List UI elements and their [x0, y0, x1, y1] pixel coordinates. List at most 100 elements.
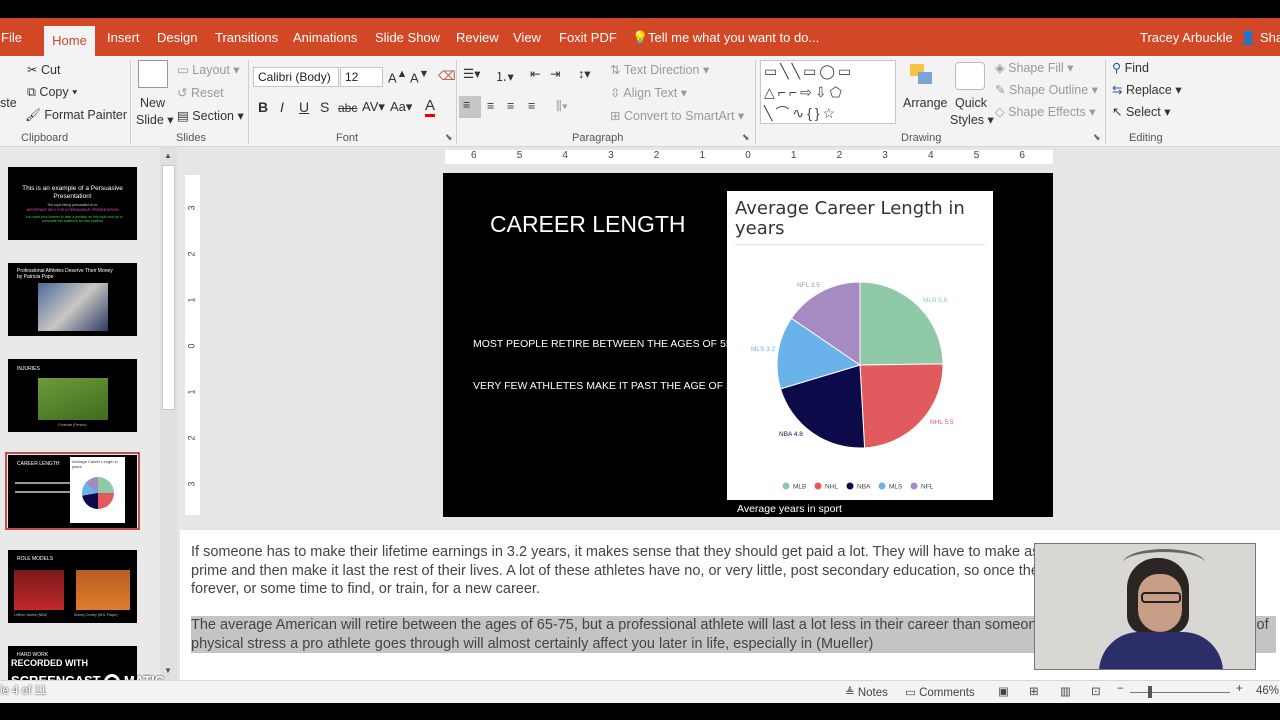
- zoom-slider[interactable]: [1130, 692, 1230, 693]
- justify-icon[interactable]: ≡: [528, 99, 535, 113]
- shadow-icon[interactable]: S: [320, 99, 329, 115]
- ruler-tick-label: 4: [562, 150, 568, 161]
- align-left-icon[interactable]: ≡: [459, 96, 481, 118]
- reset-button[interactable]: ↺ Reset: [177, 85, 224, 100]
- reading-view-icon[interactable]: ▥: [1060, 684, 1071, 698]
- slide-sorter-icon[interactable]: ⊞: [1029, 684, 1039, 698]
- thumb4-title: CAREER LENGTH: [17, 461, 60, 467]
- drawing-dialog-launcher-icon[interactable]: ⬊: [1093, 132, 1101, 143]
- shrink-font-icon[interactable]: A▼: [410, 68, 429, 85]
- tell-me-search[interactable]: Tell me what you want to do...: [648, 30, 819, 45]
- scroll-down-icon[interactable]: ▼: [164, 666, 172, 675]
- slide-thumbnail-2[interactable]: Professional Athletes Deserve Their Mone…: [8, 263, 137, 336]
- quick-styles-label-1[interactable]: Quick: [955, 96, 987, 110]
- share-icon[interactable]: 👤: [1240, 30, 1256, 46]
- notes-button[interactable]: ≜ Notes: [845, 685, 888, 699]
- paste-button[interactable]: ste: [0, 96, 17, 110]
- pie-chart-image[interactable]: Average Career Length in years MLB 5.6 NH…: [727, 191, 993, 500]
- character-spacing-icon[interactable]: AV▾: [362, 99, 385, 115]
- scrollbar-thumb[interactable]: [162, 165, 175, 410]
- shape-fill-button[interactable]: ◈ Shape Fill ▾: [995, 60, 1073, 75]
- decrease-indent-icon[interactable]: ⇤: [530, 66, 540, 81]
- tab-home[interactable]: Home: [44, 26, 95, 56]
- new-slide-label-2[interactable]: Slide ▾: [136, 112, 174, 127]
- slides-group-label: Slides: [176, 132, 206, 144]
- vertical-ruler: 3 2 1 0 1 2 3: [185, 175, 200, 515]
- slide-thumbnail-1[interactable]: This is an example of a Persuasive Prese…: [8, 167, 137, 240]
- slide-thumbnail-3[interactable]: INJURIES Footnote (Person): [8, 359, 137, 432]
- text-direction-button[interactable]: ⇅ Text Direction ▾: [610, 62, 709, 77]
- zoom-slider-thumb[interactable]: [1148, 686, 1152, 698]
- font-color-icon[interactable]: A: [425, 97, 436, 117]
- quick-styles-label-2[interactable]: Styles ▾: [950, 112, 994, 127]
- cut-button[interactable]: ✂ Cut: [27, 62, 60, 77]
- line-spacing-icon[interactable]: ↕▾: [578, 66, 591, 81]
- underline-icon[interactable]: U: [299, 99, 309, 115]
- scroll-up-icon[interactable]: ▲: [164, 151, 172, 160]
- align-center-icon[interactable]: ≡: [487, 99, 494, 113]
- ruler-tick-label: 3: [882, 150, 888, 161]
- quick-styles-icon[interactable]: [955, 62, 985, 90]
- grow-font-icon[interactable]: A▲: [388, 68, 407, 85]
- slide-bullet-2[interactable]: VERY FEW ATHLETES MAKE IT PAST THE AGE O…: [473, 380, 738, 392]
- columns-icon[interactable]: ⫼▾: [556, 99, 568, 114]
- tab-review[interactable]: Review: [456, 30, 499, 45]
- tab-foxit-pdf[interactable]: Foxit PDF: [559, 30, 617, 45]
- shapes-gallery[interactable]: ▭╲╲▭◯▭ △⌐⌐⇨⇩⬠ ╲⌒∿{}☆: [760, 60, 896, 124]
- slide-title[interactable]: CAREER LENGTH: [490, 211, 686, 238]
- tab-transitions[interactable]: Transitions: [215, 30, 278, 45]
- shape-effects-button[interactable]: ◇ Shape Effects ▾: [995, 104, 1095, 119]
- tab-animations[interactable]: Animations: [293, 30, 357, 45]
- arrange-icon[interactable]: [908, 62, 936, 88]
- tab-file[interactable]: File: [1, 30, 22, 45]
- shape-outline-button[interactable]: ✎ Shape Outline ▾: [995, 82, 1098, 97]
- increase-indent-icon[interactable]: ⇥: [550, 66, 560, 81]
- separator: [248, 60, 249, 144]
- find-button[interactable]: ⚲ Find: [1112, 60, 1149, 75]
- section-icon: ▤: [177, 109, 189, 123]
- text-direction-icon: ⇅: [610, 63, 621, 77]
- copy-button[interactable]: ⧉ Copy ▾: [27, 85, 77, 100]
- align-text-button[interactable]: ⇳ Align Text ▾: [610, 85, 687, 100]
- bullets-icon[interactable]: ☰▾: [463, 66, 480, 81]
- bold-icon[interactable]: B: [258, 99, 268, 115]
- convert-smartart-button[interactable]: ⊞ Convert to SmartArt ▾: [610, 108, 744, 123]
- strikethrough-icon[interactable]: abc: [338, 101, 357, 115]
- replace-button[interactable]: ⇆ Replace ▾: [1112, 82, 1182, 97]
- font-dialog-launcher-icon[interactable]: ⬊: [445, 132, 453, 143]
- zoom-out-icon[interactable]: −: [1117, 683, 1124, 695]
- select-button[interactable]: ↖ Select ▾: [1112, 104, 1170, 119]
- numbering-icon[interactable]: ⒈▾: [495, 66, 514, 85]
- tab-slide-show[interactable]: Slide Show: [375, 30, 440, 45]
- horizontal-ruler: 6 5 4 3 2 1 0 1 2 3 4 5 6: [445, 150, 1053, 164]
- clear-formatting-icon[interactable]: ⌫: [438, 68, 456, 83]
- shape-outline-label: Shape Outline: [1008, 83, 1089, 97]
- thumbnail-scrollbar[interactable]: ▲ ▼: [160, 147, 177, 680]
- new-slide-icon[interactable]: [138, 60, 168, 88]
- slide-caption[interactable]: Average years in sport: [737, 503, 842, 515]
- tab-view[interactable]: View: [513, 30, 541, 45]
- section-button[interactable]: ▤ Section ▾: [177, 108, 244, 123]
- tab-insert[interactable]: Insert: [107, 30, 140, 45]
- zoom-in-icon[interactable]: +: [1236, 683, 1243, 695]
- change-case-icon[interactable]: Aa▾: [390, 99, 412, 115]
- zoom-level[interactable]: 46%: [1256, 685, 1279, 697]
- slideshow-view-icon[interactable]: ⊡: [1091, 684, 1101, 698]
- paragraph-dialog-launcher-icon[interactable]: ⬊: [742, 132, 750, 143]
- normal-view-icon[interactable]: ▣: [998, 684, 1009, 698]
- slide-thumbnail-4[interactable]: CAREER LENGTH Average Career Length in y…: [8, 455, 137, 528]
- arrange-button[interactable]: Arrange: [903, 96, 947, 110]
- slide-thumbnail-5[interactable]: ROLE MODELS LeBron James (NBA) Sidney Cr…: [8, 550, 137, 623]
- format-painter-button[interactable]: 🖌 Format Painter: [25, 108, 127, 123]
- slide-bullet-1[interactable]: MOST PEOPLE RETIRE BETWEEN THE AGES OF 5…: [473, 338, 747, 350]
- share-button[interactable]: Sha: [1260, 30, 1280, 45]
- comments-button[interactable]: ▭ Comments: [905, 685, 975, 699]
- align-right-icon[interactable]: ≡: [507, 99, 514, 113]
- layout-button[interactable]: ▭ Layout ▾: [177, 62, 240, 77]
- font-size-combo[interactable]: 12: [340, 67, 383, 87]
- italic-icon[interactable]: I: [280, 99, 284, 115]
- tab-design[interactable]: Design: [157, 30, 197, 45]
- new-slide-label-1[interactable]: New: [140, 96, 165, 110]
- user-name[interactable]: Tracey Arbuckle: [1140, 30, 1233, 45]
- font-name-combo[interactable]: Calibri (Body): [253, 67, 339, 87]
